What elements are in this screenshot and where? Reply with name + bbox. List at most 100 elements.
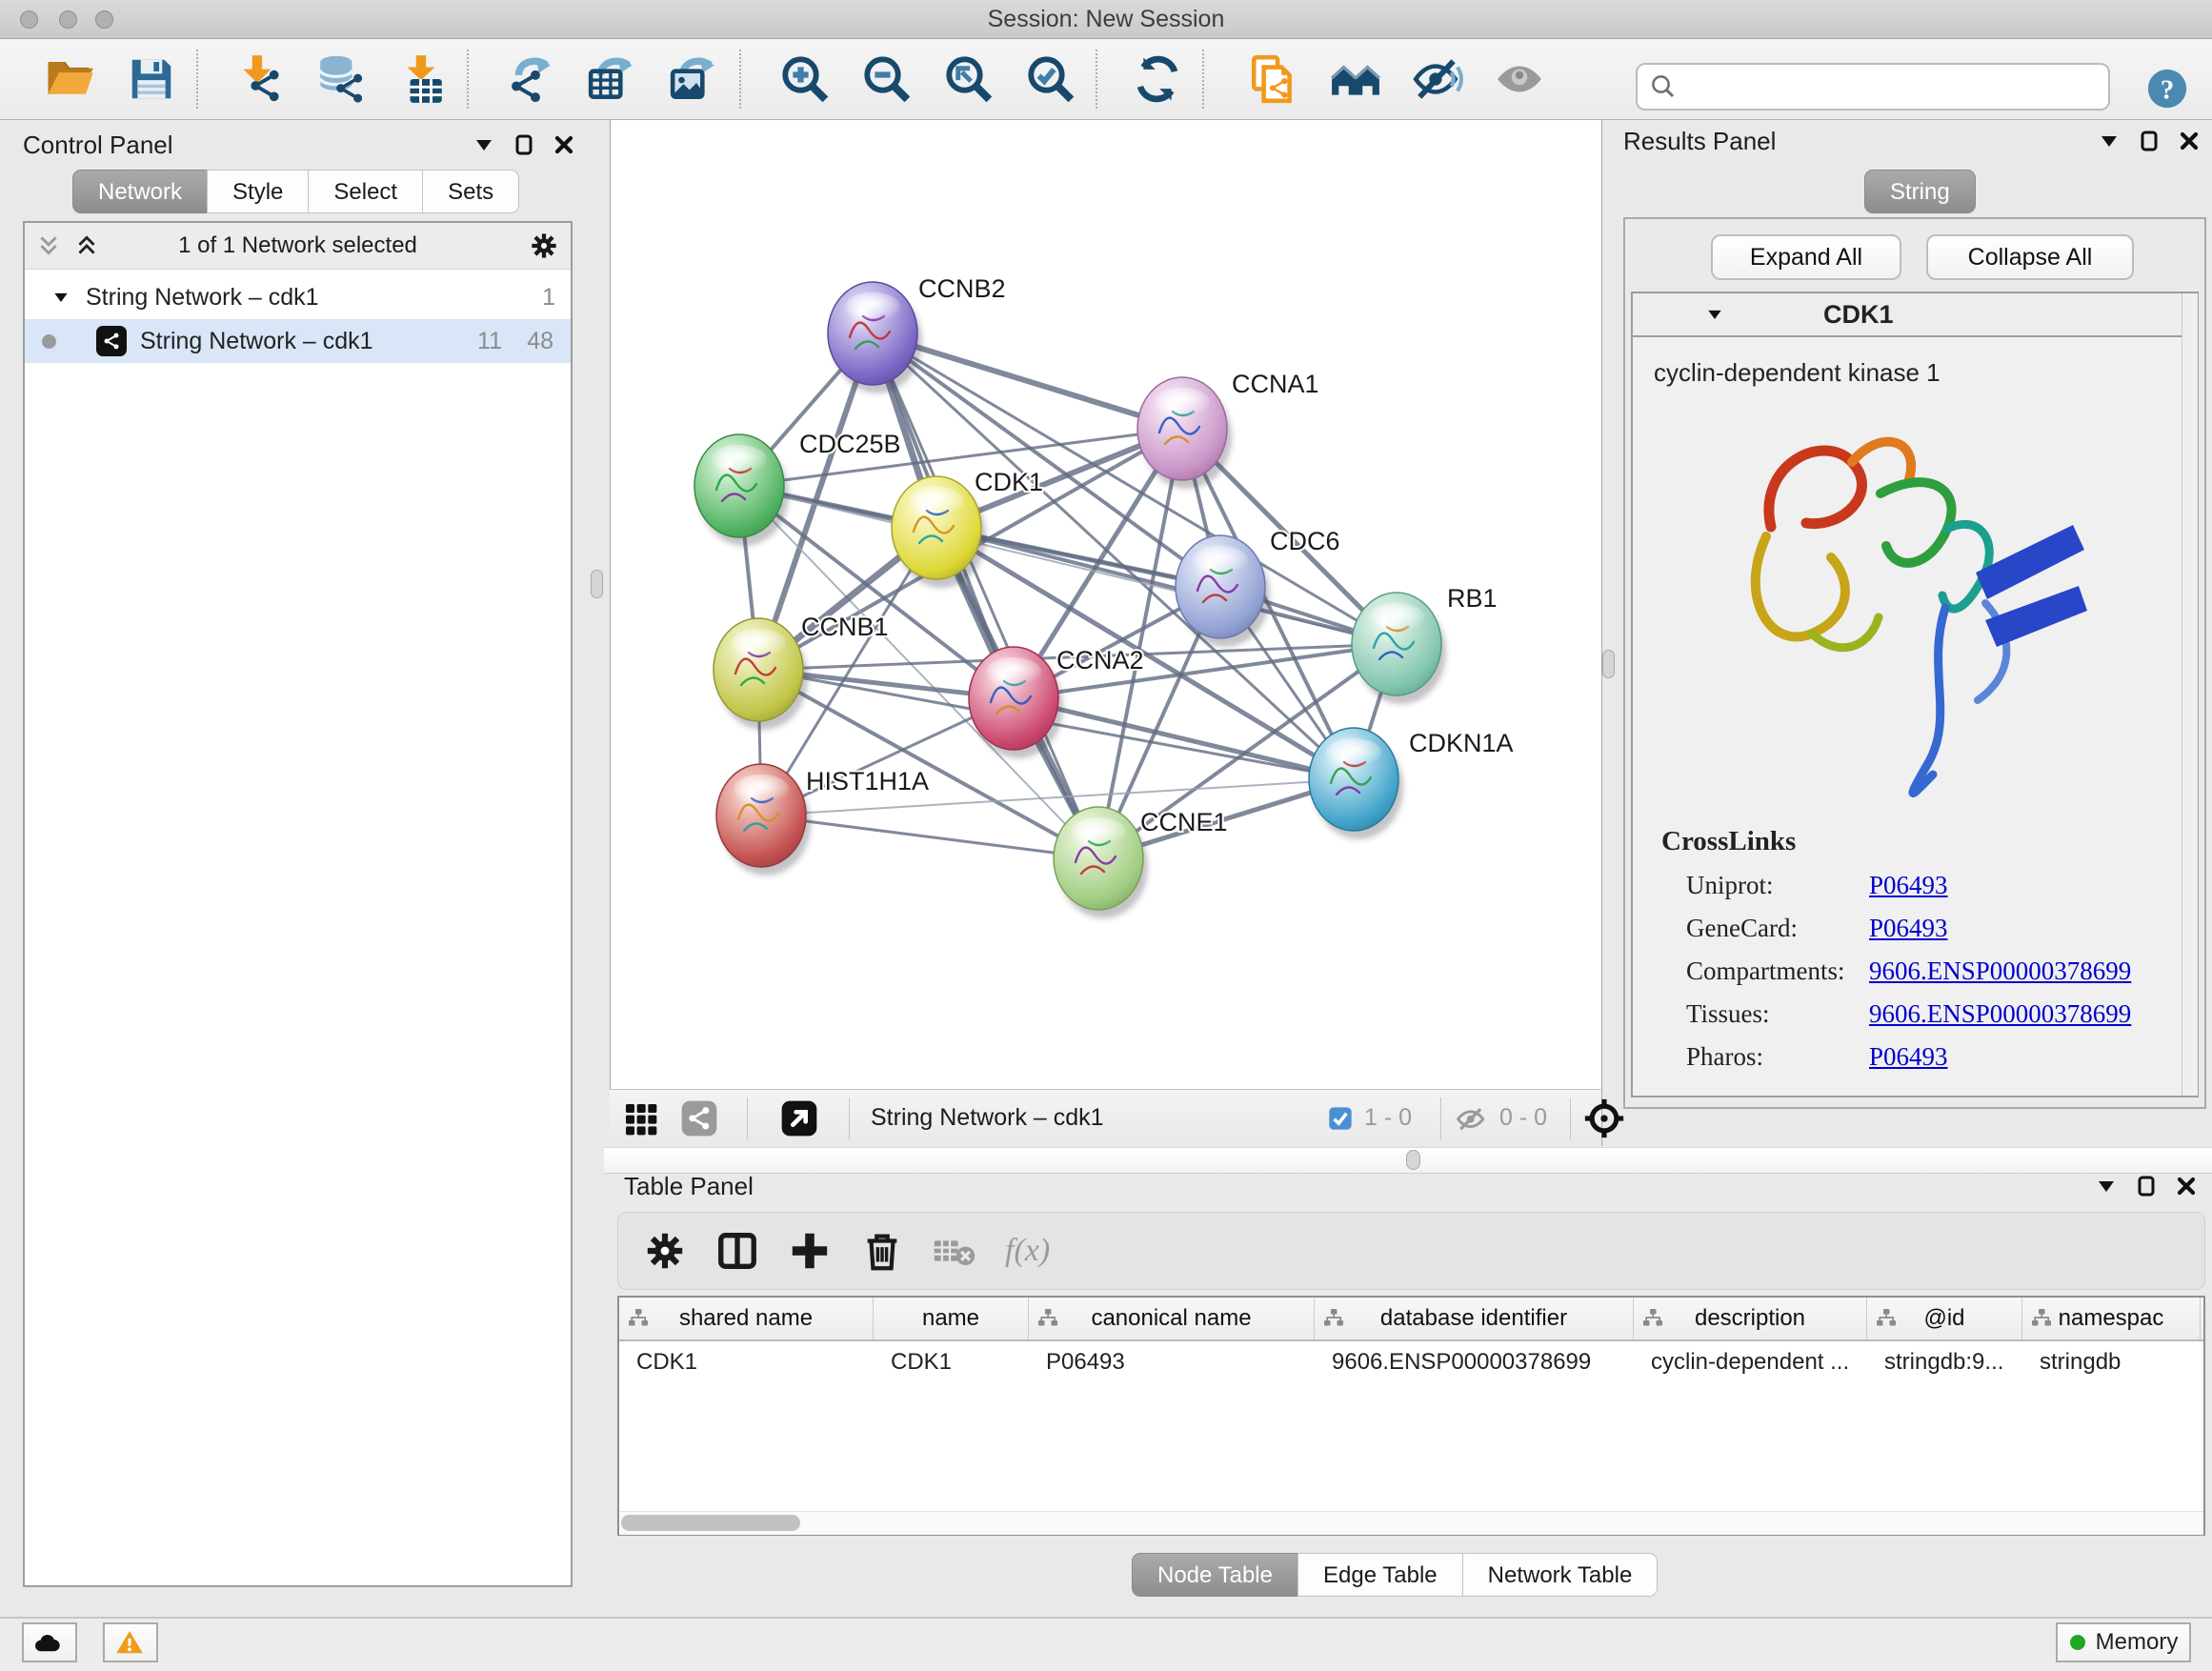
search-box[interactable]: [1636, 63, 2110, 111]
network-node-CDC6[interactable]: CDC6: [1176, 527, 1340, 647]
table-cell[interactable]: CDK1: [619, 1349, 874, 1376]
network-node-CDK1[interactable]: CDK1: [892, 468, 1043, 588]
control-panel-float-icon[interactable]: [513, 133, 535, 156]
add-column-icon[interactable]: [788, 1229, 832, 1273]
left-splitter-handle[interactable]: [591, 570, 603, 598]
show-columns-icon[interactable]: [715, 1229, 759, 1273]
zoom-selected-icon[interactable]: [1025, 53, 1076, 105]
gene-collapse-icon[interactable]: [1705, 305, 1724, 324]
crosslink-row: Tissues:9606.ENSP00000378699: [1686, 999, 2197, 1029]
export-image-icon[interactable]: [669, 53, 720, 105]
export-network-icon[interactable]: [505, 53, 556, 105]
table-cell[interactable]: cyclin-dependent ...: [1634, 1349, 1867, 1376]
tab-network-table[interactable]: Network Table: [1462, 1553, 1659, 1597]
home-pair-icon[interactable]: [1330, 53, 1381, 105]
refresh-icon[interactable]: [1132, 53, 1183, 105]
table-cell[interactable]: 9606.ENSP00000378699: [1315, 1349, 1634, 1376]
import-network-icon[interactable]: [232, 53, 284, 105]
results-panel-menu-icon[interactable]: [2098, 130, 2121, 152]
expand-all-button[interactable]: Expand All: [1711, 234, 1901, 280]
network-edge[interactable]: [761, 815, 1098, 858]
table-hscrollbar[interactable]: [619, 1511, 2203, 1535]
table-cell[interactable]: stringdb: [2022, 1349, 2201, 1376]
right-splitter-handle[interactable]: [1602, 650, 1615, 678]
column-header-name[interactable]: name: [874, 1298, 1029, 1339]
horizontal-splitter[interactable]: [604, 1147, 2212, 1174]
table-row[interactable]: CDK1CDK1P064939606.ENSP00000378699cyclin…: [619, 1341, 2203, 1383]
export-table-icon[interactable]: [587, 53, 638, 105]
column-header-description[interactable]: description: [1634, 1298, 1867, 1339]
table-panel-menu-icon[interactable]: [2095, 1175, 2118, 1198]
warnings-button[interactable]: [103, 1622, 158, 1662]
gene-section-header[interactable]: CDK1: [1631, 292, 2199, 335]
zoom-fit-icon[interactable]: [943, 53, 995, 105]
control-panel-menu-icon[interactable]: [473, 133, 495, 156]
table-gear-icon[interactable]: [643, 1229, 687, 1273]
collection-expand-icon[interactable]: [51, 288, 70, 307]
tab-sets[interactable]: Sets: [422, 170, 519, 213]
crosslink-link[interactable]: P06493: [1869, 871, 1948, 900]
crosslink-link[interactable]: P06493: [1869, 1042, 1948, 1072]
results-panel-close-icon[interactable]: [2178, 130, 2201, 152]
network-svg[interactable]: CCNB2 CCNA1 CDC25B CDK1 CDC6: [611, 120, 1601, 1089]
network-node-CCNA1[interactable]: CCNA1: [1137, 370, 1319, 489]
show-all-icon[interactable]: [1494, 53, 1545, 105]
zoom-in-icon[interactable]: [779, 53, 831, 105]
cloud-button[interactable]: [22, 1622, 77, 1662]
table-panel-float-icon[interactable]: [2135, 1175, 2158, 1198]
table-panel-close-icon[interactable]: [2175, 1175, 2198, 1198]
table-cell[interactable]: P06493: [1029, 1349, 1315, 1376]
tab-network[interactable]: Network: [72, 170, 208, 213]
network-node-CCNA2[interactable]: CCNA2: [969, 646, 1144, 758]
column-header-@id[interactable]: @id: [1867, 1298, 2022, 1339]
zoom-out-icon[interactable]: [861, 53, 913, 105]
copy-share-icon[interactable]: [1248, 53, 1299, 105]
column-header-canonical-name[interactable]: canonical name: [1029, 1298, 1315, 1339]
column-header-shared-name[interactable]: shared name: [619, 1298, 874, 1339]
network-node-RB1[interactable]: RB1: [1352, 584, 1498, 704]
control-panel-close-icon[interactable]: [553, 133, 575, 156]
results-scrollbar[interactable]: [2182, 293, 2198, 1096]
crosslink-link[interactable]: 9606.ENSP00000378699: [1869, 999, 2131, 1029]
hidden-eye-icon[interactable]: [1456, 1104, 1488, 1133]
tab-select[interactable]: Select: [308, 170, 423, 213]
network-collection-row[interactable]: String Network – cdk1 1: [25, 275, 571, 319]
network-node-CCNE1[interactable]: CCNE1: [1054, 807, 1228, 918]
results-panel-float-icon[interactable]: [2138, 130, 2161, 152]
import-database-icon[interactable]: [314, 53, 366, 105]
table-hscrollbar-thumb[interactable]: [621, 1515, 800, 1531]
tab-style[interactable]: Style: [207, 170, 309, 213]
search-input[interactable]: [1685, 67, 2108, 107]
tab-edge-table[interactable]: Edge Table: [1297, 1553, 1463, 1597]
network-tree-panel: 1 of 1 Network selected String Network –…: [23, 221, 573, 1587]
selected-checkbox-icon[interactable]: [1327, 1105, 1354, 1132]
hide-selected-icon[interactable]: [1412, 53, 1463, 105]
help-button[interactable]: ?: [2145, 67, 2189, 111]
memory-button[interactable]: Memory: [2056, 1622, 2191, 1662]
network-row-selected[interactable]: String Network – cdk1 11 48: [25, 319, 571, 363]
detach-view-icon[interactable]: [780, 1099, 818, 1137]
network-overview-icon[interactable]: [680, 1099, 718, 1137]
birdseye-navigator-icon[interactable]: [1583, 1097, 1625, 1139]
collapse-all-button[interactable]: Collapse All: [1926, 234, 2134, 280]
import-table-icon[interactable]: [396, 53, 448, 105]
table-cell[interactable]: CDK1: [874, 1349, 1029, 1376]
network-canvas[interactable]: CCNB2 CCNA1 CDC25B CDK1 CDC6: [610, 120, 1602, 1089]
delete-column-icon[interactable]: [860, 1229, 904, 1273]
crosslink-link[interactable]: P06493: [1869, 914, 1948, 943]
folder-open-icon[interactable]: [44, 53, 95, 105]
tab-string[interactable]: String: [1864, 170, 1976, 213]
network-options-gear-icon[interactable]: [529, 231, 559, 261]
column-header-database-identifier[interactable]: database identifier: [1315, 1298, 1634, 1339]
network-node-HIST1H1A[interactable]: HIST1H1A: [716, 764, 929, 876]
crosslink-link[interactable]: 9606.ENSP00000378699: [1869, 956, 2131, 986]
network-node-CDC25B[interactable]: CDC25B: [694, 430, 901, 546]
save-icon[interactable]: [126, 53, 177, 105]
network-node-CCNB1[interactable]: CCNB1: [714, 613, 889, 730]
table-cell[interactable]: stringdb:9...: [1867, 1349, 2022, 1376]
horizontal-splitter-handle[interactable]: [1406, 1150, 1420, 1170]
tab-node-table[interactable]: Node Table: [1132, 1553, 1298, 1597]
column-header-namespac[interactable]: namespac: [2022, 1298, 2201, 1339]
network-node-CDKN1A[interactable]: CDKN1A: [1309, 728, 1514, 839]
grid-view-icon[interactable]: [621, 1099, 659, 1137]
